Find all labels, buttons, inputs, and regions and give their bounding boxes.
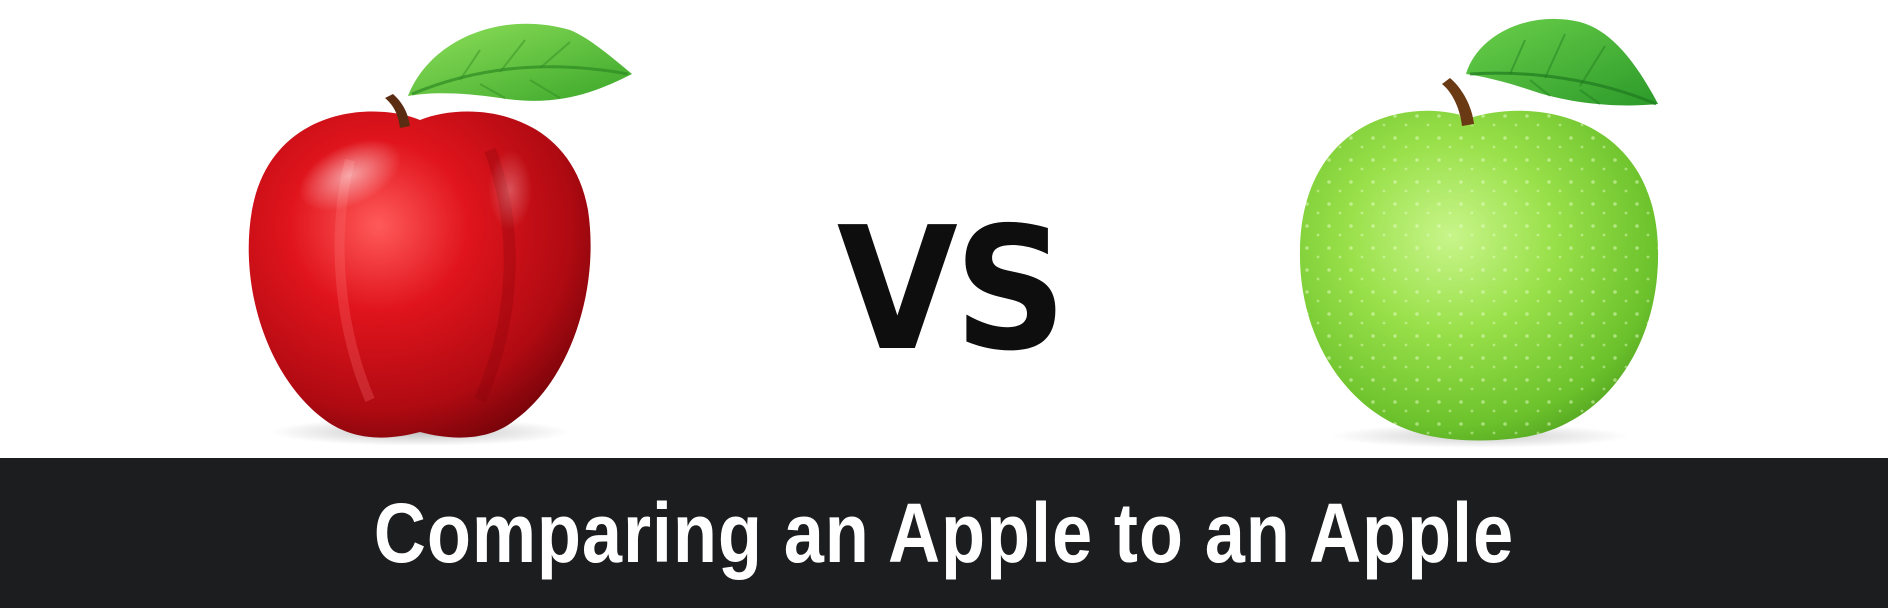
banner-title: Comparing an Apple to an Apple	[373, 486, 1515, 580]
title-banner: Comparing an Apple to an Apple	[0, 458, 1888, 608]
vs-label: VS	[836, 191, 1067, 389]
comparison-stage: VS	[0, 0, 1888, 458]
green-apple-icon	[1299, 18, 1659, 448]
red-apple-icon	[248, 23, 632, 446]
